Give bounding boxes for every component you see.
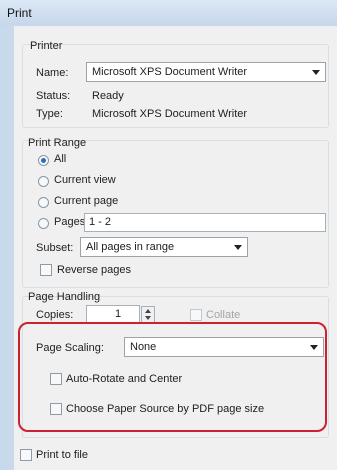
- printer-name-dropdown[interactable]: Microsoft XPS Document Writer: [86, 62, 326, 82]
- pages-input[interactable]: 1 - 2: [84, 213, 326, 232]
- printer-name-value: Microsoft XPS Document Writer: [92, 66, 248, 78]
- spin-down-icon: [145, 316, 151, 320]
- choose-paper-source-label[interactable]: Choose Paper Source by PDF page size: [66, 403, 264, 415]
- subset-dropdown[interactable]: All pages in range: [80, 237, 248, 257]
- copies-label: Copies:: [36, 309, 74, 321]
- subset-label: Subset:: [36, 242, 74, 254]
- page-scaling-dropdown[interactable]: None: [124, 337, 324, 357]
- radio-pages-label[interactable]: Pages: [54, 216, 85, 228]
- page-handling-label: Page Handling: [28, 291, 101, 303]
- radio-all[interactable]: [38, 155, 49, 166]
- radio-all-label[interactable]: All: [54, 153, 66, 165]
- chevron-down-icon: [312, 70, 320, 75]
- radio-current-view-label[interactable]: Current view: [54, 174, 116, 186]
- copies-value: 1: [115, 308, 122, 320]
- title-bar: Print: [0, 0, 337, 26]
- printer-type-label: Type:: [36, 108, 63, 120]
- radio-current-page-label[interactable]: Current page: [54, 195, 118, 207]
- pages-input-value: 1 - 2: [89, 216, 112, 228]
- spin-up-icon: [145, 309, 151, 313]
- page-scaling-label: Page Scaling:: [36, 342, 104, 354]
- reverse-pages-label[interactable]: Reverse pages: [57, 264, 131, 276]
- copies-spinner[interactable]: [141, 306, 155, 323]
- collate-label[interactable]: Collate: [206, 309, 240, 321]
- print-range-label: Print Range: [28, 137, 87, 149]
- subset-value: All pages in range: [86, 241, 175, 253]
- print-to-file-label[interactable]: Print to file: [36, 449, 88, 461]
- reverse-pages-checkbox[interactable]: [40, 264, 52, 276]
- printer-status-value: Ready: [92, 90, 124, 102]
- auto-rotate-label[interactable]: Auto-Rotate and Center: [66, 373, 182, 385]
- printer-name-label: Name:: [36, 67, 69, 79]
- printer-type-value: Microsoft XPS Document Writer: [92, 108, 248, 120]
- auto-rotate-checkbox[interactable]: [50, 373, 62, 385]
- printer-status-label: Status:: [36, 90, 71, 102]
- radio-current-view[interactable]: [38, 176, 49, 187]
- window-title: Print: [7, 6, 32, 20]
- chevron-down-icon: [234, 245, 242, 250]
- radio-pages[interactable]: [38, 218, 49, 229]
- radio-current-page[interactable]: [38, 197, 49, 208]
- print-to-file-checkbox[interactable]: [20, 449, 32, 461]
- chevron-down-icon: [310, 345, 318, 350]
- page-scaling-value: None: [130, 341, 157, 353]
- collate-checkbox[interactable]: [190, 309, 202, 321]
- choose-paper-source-checkbox[interactable]: [50, 403, 62, 415]
- printer-group-label: Printer: [30, 40, 63, 52]
